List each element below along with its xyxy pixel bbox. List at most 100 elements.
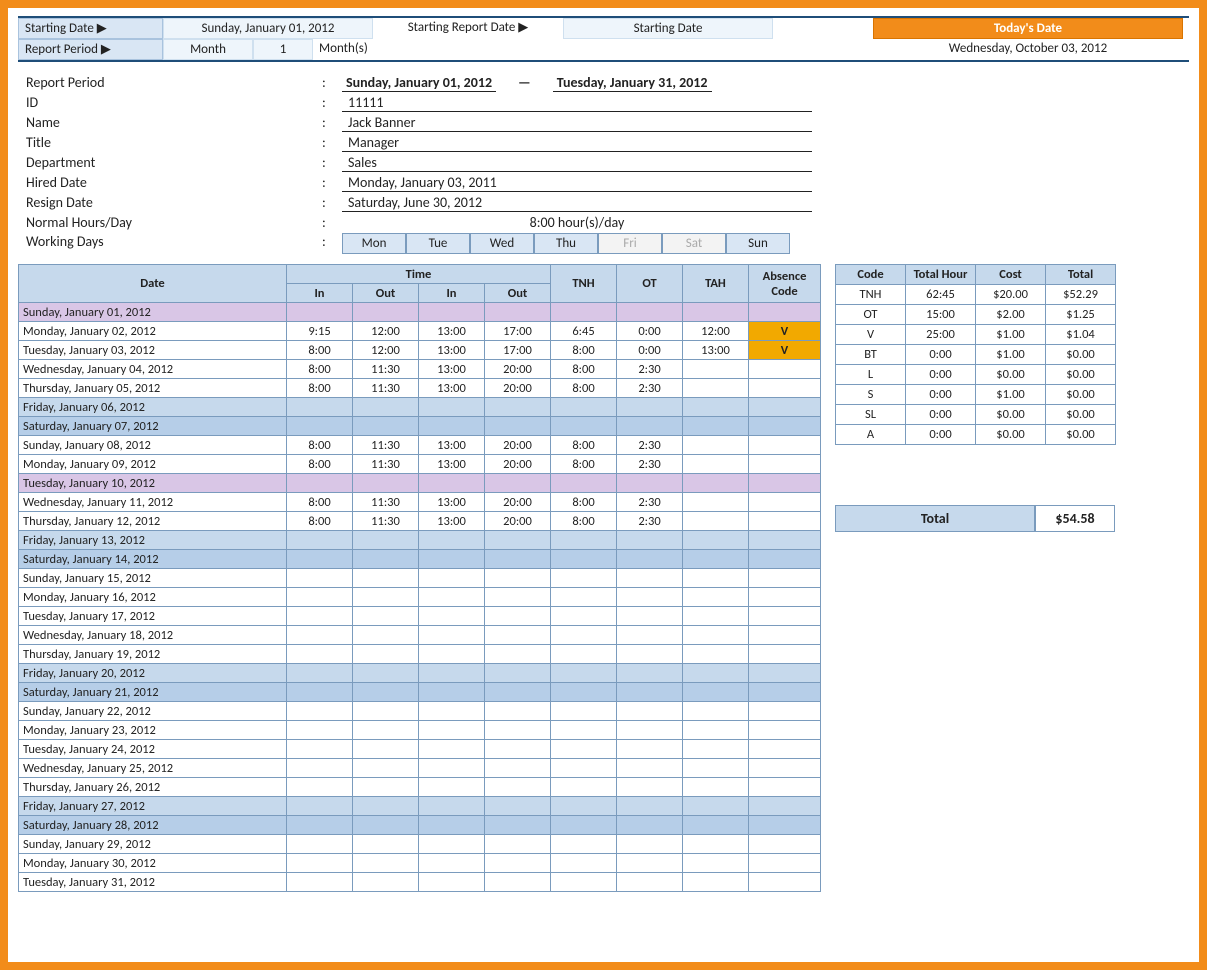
cell[interactable]: Tuesday, January 31, 2012 xyxy=(19,873,287,892)
cell[interactable] xyxy=(287,759,353,778)
table-row[interactable]: Tuesday, January 10, 2012 xyxy=(19,474,821,493)
cell[interactable] xyxy=(353,588,419,607)
cell[interactable] xyxy=(749,303,821,322)
cell[interactable]: 13:00 xyxy=(419,436,485,455)
cell[interactable] xyxy=(683,645,749,664)
day-thu[interactable]: Thu xyxy=(534,233,598,254)
cell[interactable] xyxy=(749,759,821,778)
cell[interactable] xyxy=(551,702,617,721)
cell[interactable] xyxy=(749,702,821,721)
cell[interactable] xyxy=(683,759,749,778)
cell[interactable]: 8:00 xyxy=(551,512,617,531)
cell[interactable]: Saturday, January 28, 2012 xyxy=(19,816,287,835)
table-row[interactable]: Thursday, January 12, 20128:0011:3013:00… xyxy=(19,512,821,531)
cell[interactable]: 2:30 xyxy=(617,379,683,398)
cell[interactable]: 20:00 xyxy=(485,360,551,379)
cell[interactable]: 13:00 xyxy=(419,341,485,360)
report-period-unit[interactable]: Month xyxy=(163,39,253,60)
cell[interactable] xyxy=(485,759,551,778)
cell[interactable] xyxy=(683,512,749,531)
cell[interactable]: 20:00 xyxy=(485,379,551,398)
cell[interactable]: 2:30 xyxy=(617,455,683,474)
cell[interactable] xyxy=(749,721,821,740)
cell[interactable] xyxy=(287,778,353,797)
cell[interactable]: Monday, January 09, 2012 xyxy=(19,455,287,474)
cell[interactable] xyxy=(353,683,419,702)
cell[interactable] xyxy=(551,645,617,664)
cell[interactable] xyxy=(749,645,821,664)
cell[interactable] xyxy=(287,474,353,493)
cell[interactable] xyxy=(287,417,353,436)
cell[interactable] xyxy=(287,816,353,835)
cell[interactable] xyxy=(353,569,419,588)
cell[interactable] xyxy=(617,303,683,322)
cell[interactable] xyxy=(617,417,683,436)
cell[interactable] xyxy=(419,569,485,588)
cell[interactable] xyxy=(617,607,683,626)
table-row[interactable]: Sunday, January 29, 2012 xyxy=(19,835,821,854)
cell[interactable] xyxy=(287,398,353,417)
cell[interactable] xyxy=(419,797,485,816)
cell[interactable] xyxy=(749,360,821,379)
table-row[interactable]: Monday, January 30, 2012 xyxy=(19,854,821,873)
cell[interactable]: 11:30 xyxy=(353,360,419,379)
cell[interactable]: 13:00 xyxy=(419,360,485,379)
cell[interactable] xyxy=(749,512,821,531)
day-mon[interactable]: Mon xyxy=(342,233,406,254)
cell[interactable] xyxy=(419,531,485,550)
cell[interactable] xyxy=(419,417,485,436)
cell[interactable] xyxy=(683,664,749,683)
cell[interactable] xyxy=(749,569,821,588)
cell[interactable] xyxy=(683,626,749,645)
table-row[interactable]: Monday, January 23, 2012 xyxy=(19,721,821,740)
day-wed[interactable]: Wed xyxy=(470,233,534,254)
cell[interactable]: Monday, January 16, 2012 xyxy=(19,588,287,607)
cell[interactable] xyxy=(419,854,485,873)
cell[interactable] xyxy=(683,778,749,797)
cell[interactable]: 13:00 xyxy=(419,512,485,531)
cell[interactable] xyxy=(551,398,617,417)
cell[interactable] xyxy=(683,740,749,759)
cell[interactable]: 20:00 xyxy=(485,436,551,455)
table-row[interactable]: Monday, January 02, 20129:1512:0013:0017… xyxy=(19,322,821,341)
table-row[interactable]: Tuesday, January 24, 2012 xyxy=(19,740,821,759)
cell[interactable]: Monday, January 02, 2012 xyxy=(19,322,287,341)
report-period-qty[interactable]: 1 xyxy=(253,39,313,60)
table-row[interactable]: Saturday, January 07, 2012 xyxy=(19,417,821,436)
cell[interactable]: 8:00 xyxy=(287,379,353,398)
cell[interactable] xyxy=(485,683,551,702)
table-row[interactable]: Tuesday, January 03, 20128:0012:0013:001… xyxy=(19,341,821,360)
cell[interactable] xyxy=(749,417,821,436)
cell[interactable] xyxy=(485,607,551,626)
cell[interactable] xyxy=(287,626,353,645)
cell[interactable] xyxy=(353,759,419,778)
day-tue[interactable]: Tue xyxy=(406,233,470,254)
cell[interactable] xyxy=(485,531,551,550)
table-row[interactable]: Tuesday, January 17, 2012 xyxy=(19,607,821,626)
cell[interactable]: Wednesday, January 25, 2012 xyxy=(19,759,287,778)
cell[interactable]: 0:00 xyxy=(617,322,683,341)
cell[interactable]: 8:00 xyxy=(551,379,617,398)
cell[interactable] xyxy=(485,645,551,664)
cell[interactable] xyxy=(419,721,485,740)
cell[interactable]: 8:00 xyxy=(287,360,353,379)
cell[interactable]: 8:00 xyxy=(551,360,617,379)
cell[interactable] xyxy=(749,436,821,455)
cell[interactable] xyxy=(683,379,749,398)
table-row[interactable]: Friday, January 06, 2012 xyxy=(19,398,821,417)
cell[interactable] xyxy=(419,474,485,493)
day-sat[interactable]: Sat xyxy=(662,233,726,254)
cell[interactable] xyxy=(353,816,419,835)
cell[interactable] xyxy=(617,398,683,417)
cell[interactable] xyxy=(485,873,551,892)
cell[interactable]: Monday, January 30, 2012 xyxy=(19,854,287,873)
cell[interactable] xyxy=(617,531,683,550)
cell[interactable]: 13:00 xyxy=(419,322,485,341)
starting-date-label[interactable]: Starting Date ▶ xyxy=(18,18,163,39)
cell[interactable] xyxy=(551,759,617,778)
cell[interactable]: 6:45 xyxy=(551,322,617,341)
cell[interactable] xyxy=(551,607,617,626)
cell[interactable] xyxy=(287,588,353,607)
cell[interactable]: 13:00 xyxy=(419,379,485,398)
cell[interactable] xyxy=(683,835,749,854)
